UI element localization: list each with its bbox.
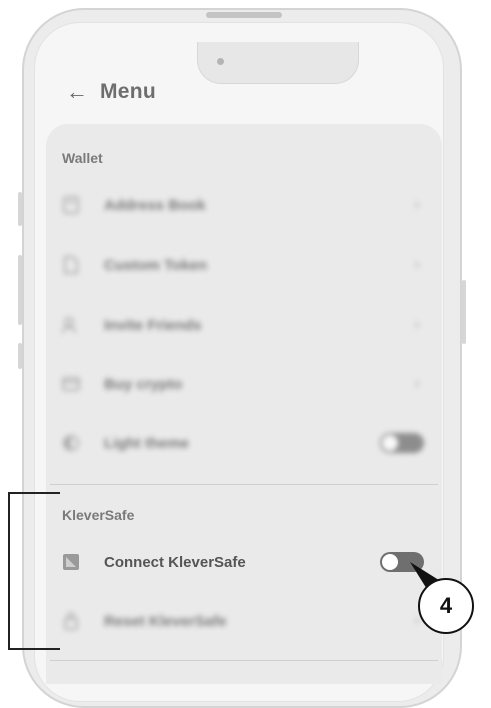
camera-icon xyxy=(217,58,224,65)
menu-item-light-theme[interactable]: Light theme xyxy=(62,426,424,460)
menu-item-label: Connect KleverSafe xyxy=(104,553,246,571)
toggle-knob xyxy=(382,435,398,451)
menu-item-buy-crypto[interactable]: Buy crypto › xyxy=(62,367,424,401)
chevron-right-icon: › xyxy=(414,314,420,334)
menu-item-label: Custom Token xyxy=(104,256,208,274)
lock-icon xyxy=(62,612,80,630)
person-add-icon xyxy=(62,316,80,334)
book-icon xyxy=(62,196,80,214)
menu-item-invite-friends[interactable]: Invite Friends › xyxy=(62,308,424,342)
menu-header: ← Menu xyxy=(66,80,156,104)
step-callout: 4 xyxy=(418,578,474,634)
menu-item-address-book[interactable]: Address Book › xyxy=(62,188,424,222)
section-divider-bottom xyxy=(50,660,438,661)
section-divider xyxy=(50,484,438,485)
section-label-wallet: Wallet xyxy=(62,150,103,166)
kleversafe-icon xyxy=(62,553,80,571)
theme-icon xyxy=(62,434,80,452)
menu-item-connect-kleversafe[interactable]: Connect KleverSafe xyxy=(62,545,424,579)
phone-speaker xyxy=(206,12,282,18)
toggle-knob xyxy=(382,554,398,570)
menu-item-label: Buy crypto xyxy=(104,375,183,393)
document-icon xyxy=(62,256,80,274)
chevron-right-icon: › xyxy=(414,373,420,393)
phone-side-button-right xyxy=(462,280,466,344)
annotation-bracket xyxy=(8,492,60,650)
menu-item-label: Invite Friends xyxy=(104,316,202,334)
menu-item-label: Address Book xyxy=(104,196,206,214)
card-icon xyxy=(62,375,80,393)
light-theme-toggle[interactable] xyxy=(380,433,424,453)
menu-item-custom-token[interactable]: Custom Token › xyxy=(62,248,424,282)
menu-item-label: Light theme xyxy=(104,434,189,452)
chevron-right-icon: › xyxy=(414,194,420,214)
phone-notch xyxy=(197,42,359,84)
menu-item-label: Reset KleverSafe xyxy=(104,612,227,630)
section-label-kleversafe: KleverSafe xyxy=(62,507,135,523)
page-title: Menu xyxy=(100,80,157,103)
menu-item-reset-kleversafe[interactable]: Reset KleverSafe › xyxy=(62,604,424,638)
arrow-left-icon[interactable]: ← xyxy=(66,81,88,103)
chevron-right-icon: › xyxy=(414,254,420,274)
